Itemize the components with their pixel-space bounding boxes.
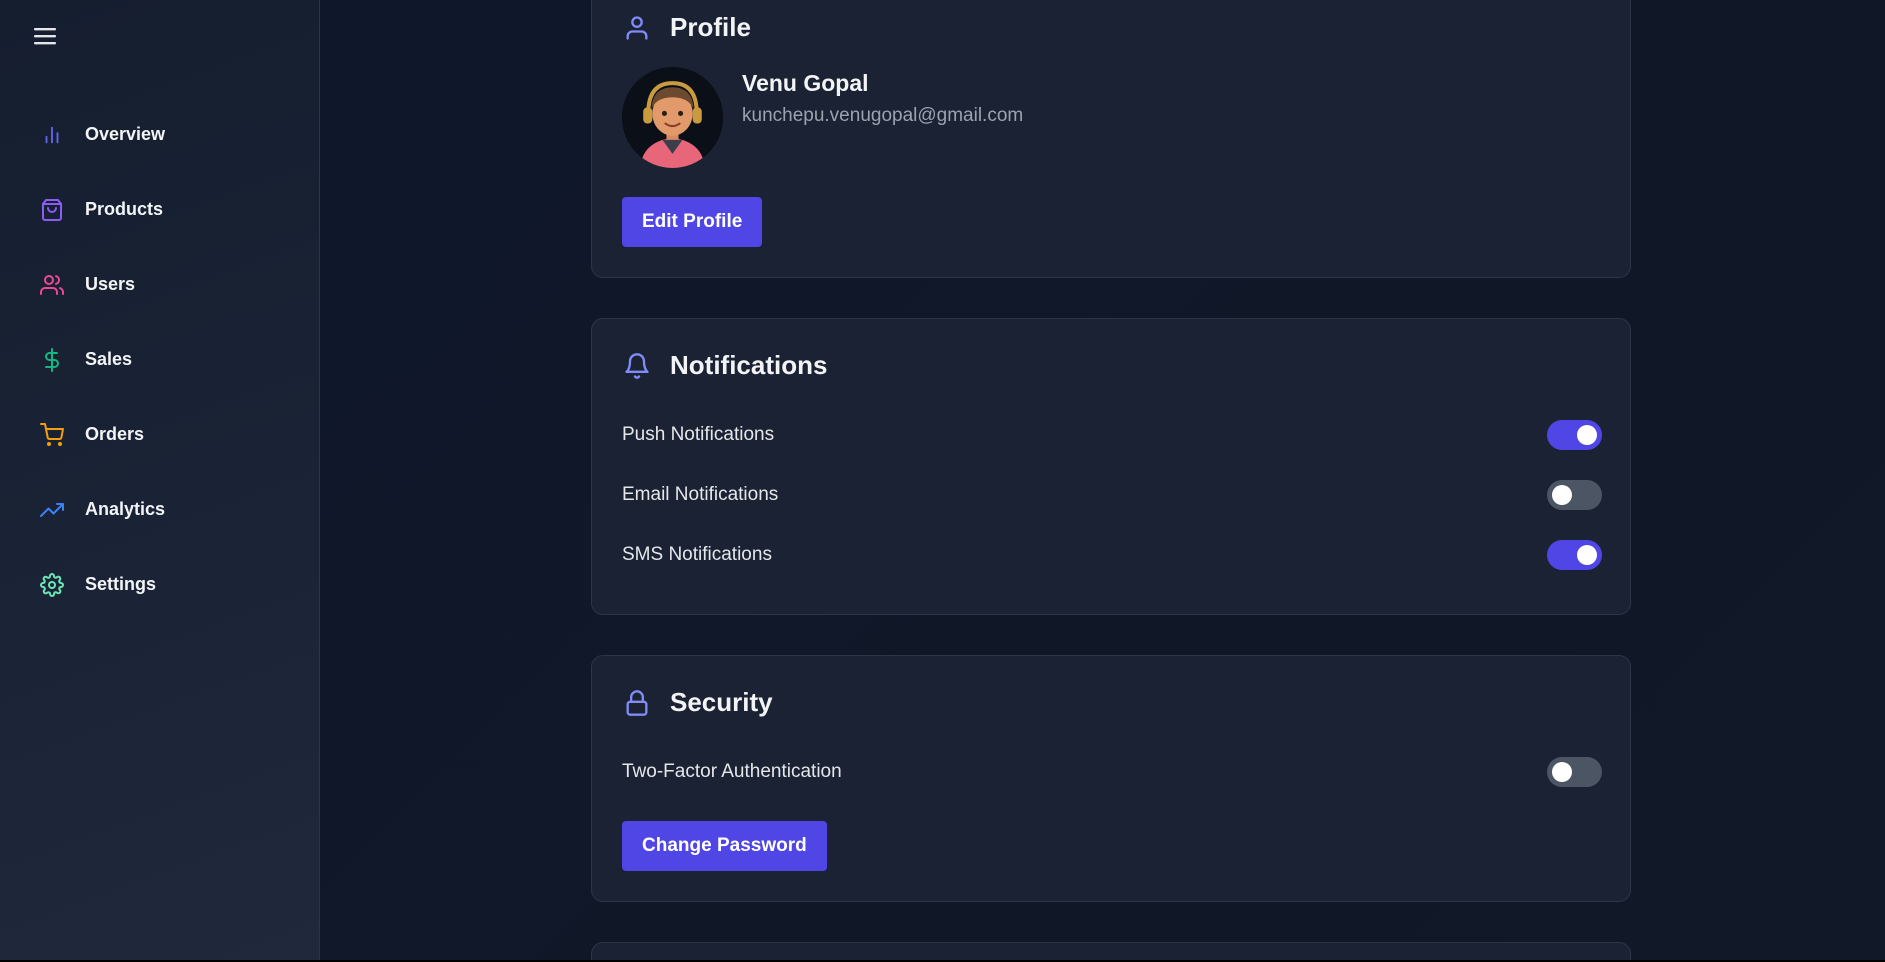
main-content: Profile Venu Gopal kunchepu.venugopal@gm…	[320, 0, 1885, 962]
sms-notifications-label: SMS Notifications	[622, 544, 772, 565]
app-root: Overview Products Users Sales Orders Ana…	[0, 0, 1885, 962]
shopping-bag-icon	[40, 198, 64, 222]
sidebar-item-label: Products	[85, 199, 164, 219]
notifications-card: Notifications Push Notifications Email N…	[591, 318, 1631, 615]
sidebar-item-users[interactable]: Users	[0, 247, 320, 322]
profile-card: Profile Venu Gopal kunchepu.venugopal@gm…	[591, 0, 1631, 278]
profile-title: Profile	[622, 12, 751, 43]
push-notifications-label: Push Notifications	[622, 424, 775, 445]
sidebar: Overview Products Users Sales Orders Ana…	[0, 0, 320, 960]
bell-icon	[622, 351, 652, 381]
toggle-knob	[1577, 545, 1597, 565]
toggle-knob	[1552, 762, 1572, 782]
push-notifications-row: Push Notifications	[622, 420, 1602, 450]
edit-profile-button[interactable]: Edit Profile	[622, 197, 763, 247]
two-factor-toggle[interactable]	[1547, 757, 1602, 787]
user-icon	[622, 13, 652, 43]
sms-notifications-row: SMS Notifications	[622, 540, 1602, 570]
bar-chart-icon	[40, 123, 64, 147]
security-card: Security Two-Factor Authentication Chang…	[591, 655, 1631, 902]
dollar-sign-icon	[40, 347, 64, 372]
two-factor-label: Two-Factor Authentication	[622, 761, 842, 782]
sidebar-item-products[interactable]: Products	[0, 172, 320, 247]
email-notifications-toggle[interactable]	[1547, 480, 1602, 510]
sms-notifications-toggle[interactable]	[1547, 540, 1602, 570]
change-password-button[interactable]: Change Password	[622, 821, 827, 871]
notifications-title: Notifications	[622, 350, 827, 381]
users-icon	[40, 273, 64, 297]
sidebar-item-analytics[interactable]: Analytics	[0, 472, 320, 547]
security-title: Security	[622, 687, 773, 718]
two-factor-row: Two-Factor Authentication	[622, 757, 1602, 787]
sidebar-item-label: Settings	[85, 574, 157, 594]
sidebar-item-label: Users	[85, 274, 136, 294]
sidebar-item-overview[interactable]: Overview	[0, 97, 320, 172]
toggle-knob	[1577, 425, 1597, 445]
lock-icon	[622, 688, 652, 718]
user-email: kunchepu.venugopal@gmail.com	[742, 105, 1024, 126]
trending-up-icon	[40, 498, 64, 522]
avatar	[622, 67, 723, 168]
shopping-cart-icon	[40, 422, 64, 447]
email-notifications-row: Email Notifications	[622, 480, 1602, 510]
push-notifications-toggle[interactable]	[1547, 420, 1602, 450]
gear-icon	[40, 572, 64, 597]
sidebar-item-label: Analytics	[85, 499, 166, 519]
toggle-knob	[1552, 485, 1572, 505]
sidebar-item-label: Overview	[85, 124, 166, 144]
sidebar-item-orders[interactable]: Orders	[0, 397, 320, 472]
hamburger-icon[interactable]	[30, 22, 60, 50]
sidebar-item-label: Sales	[85, 349, 133, 369]
user-name: Venu Gopal	[742, 70, 869, 96]
sidebar-item-settings[interactable]: Settings	[0, 547, 320, 622]
next-card	[591, 942, 1631, 962]
sidebar-item-sales[interactable]: Sales	[0, 322, 320, 397]
sidebar-nav: Overview Products Users Sales Orders Ana…	[0, 97, 320, 622]
sidebar-item-label: Orders	[85, 424, 145, 444]
email-notifications-label: Email Notifications	[622, 484, 779, 505]
